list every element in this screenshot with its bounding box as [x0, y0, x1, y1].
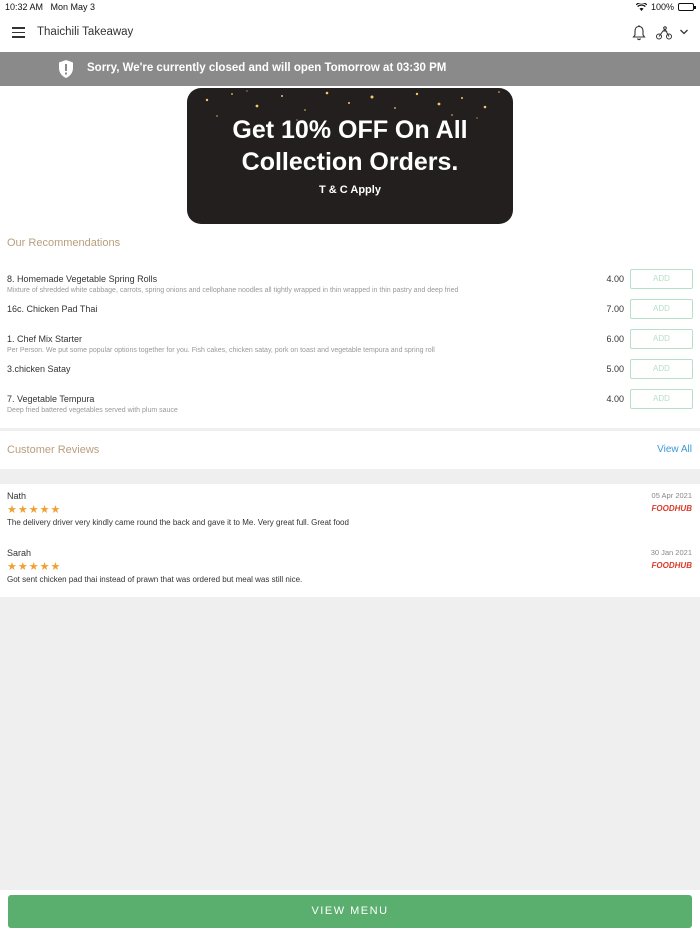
status-right: 100% — [635, 2, 696, 12]
promo-banner[interactable]: Get 10% OFF On All Collection Orders. T … — [187, 88, 513, 224]
add-button[interactable]: ADD — [630, 389, 693, 409]
rating-stars: ★★★★★ — [7, 504, 62, 516]
add-button[interactable]: ADD — [630, 299, 693, 319]
list-item: 3.chicken Satay 5.00 ADD — [0, 359, 700, 394]
item-price: 5.00 — [606, 364, 624, 374]
foodhub-logo: FOODHUB — [651, 561, 692, 570]
reviews-title: Customer Reviews — [7, 444, 100, 456]
recommendations-title: Our Recommendations — [7, 237, 121, 249]
list-item: 7. Vegetable Tempura Deep fried battered… — [0, 389, 700, 424]
review-item: Sarah 30 Jan 2021 ★★★★★ FOODHUB Got sent… — [0, 548, 700, 598]
add-button[interactable]: ADD — [630, 269, 693, 289]
reviews-header: Customer Reviews View All — [0, 431, 700, 469]
list-item: 8. Homemade Vegetable Spring Rolls Mixtu… — [0, 269, 700, 304]
foodhub-logo: FOODHUB — [651, 504, 692, 513]
item-price: 6.00 — [606, 334, 624, 344]
item-name: 16c. Chicken Pad Thai — [7, 304, 98, 314]
item-name: 8. Homemade Vegetable Spring Rolls — [7, 274, 158, 284]
nav-bar: Thaichili Takeaway — [0, 14, 700, 52]
review-text: The delivery driver very kindly came rou… — [7, 518, 349, 527]
list-item: 1. Chef Mix Starter Per Person. We put s… — [0, 329, 700, 364]
shield-alert-icon — [59, 60, 73, 78]
review-text: Got sent chicken pad thai instead of pra… — [7, 575, 303, 584]
review-author: Sarah — [7, 548, 32, 558]
promo-terms: T & C Apply — [319, 184, 381, 196]
review-author: Nath — [7, 491, 27, 501]
add-button[interactable]: ADD — [630, 329, 693, 349]
review-date: 30 Jan 2021 — [650, 548, 692, 557]
item-name: 1. Chef Mix Starter — [7, 334, 83, 344]
view-all-link[interactable]: View All — [657, 444, 692, 455]
promo-line-2: Collection Orders. — [241, 148, 459, 176]
battery-percent: 100% — [650, 2, 674, 12]
menu-icon[interactable] — [12, 27, 25, 38]
add-button[interactable]: ADD — [630, 359, 693, 379]
review-item: Nath 05 Apr 2021 ★★★★★ FOODHUB The deliv… — [0, 491, 700, 541]
item-description: Mixture of shredded white cabbage, carro… — [7, 287, 459, 294]
rider-icon[interactable] — [655, 26, 673, 40]
item-description: Per Person. We put some popular options … — [7, 347, 435, 354]
status-time: 10:32 AM Mon May 3 — [5, 2, 96, 12]
wifi-icon — [635, 3, 647, 11]
item-name: 7. Vegetable Tempura — [7, 394, 95, 404]
chevron-down-icon[interactable] — [679, 28, 689, 36]
status-bar: 10:32 AM Mon May 3 100% — [0, 0, 700, 14]
rating-stars: ★★★★★ — [7, 561, 62, 573]
promo-line-1: Get 10% OFF On All — [232, 116, 468, 144]
bell-icon[interactable] — [632, 25, 646, 41]
item-price: 4.00 — [606, 394, 624, 404]
item-price: 4.00 — [606, 274, 624, 284]
closed-message: Sorry, We're currently closed and will o… — [87, 62, 447, 74]
item-price: 7.00 — [606, 304, 624, 314]
review-date: 05 Apr 2021 — [651, 491, 692, 500]
list-item: 16c. Chicken Pad Thai 7.00 ADD — [0, 299, 700, 334]
reviews-list: Nath 05 Apr 2021 ★★★★★ FOODHUB The deliv… — [0, 484, 700, 597]
item-name: 3.chicken Satay — [7, 364, 71, 374]
page-title: Thaichili Takeaway — [37, 26, 134, 38]
main-content: Get 10% OFF On All Collection Orders. T … — [0, 86, 700, 428]
view-menu-button[interactable]: VIEW MENU — [8, 895, 692, 928]
item-description: Deep fried battered vegetables served wi… — [7, 407, 178, 414]
closed-banner: Sorry, We're currently closed and will o… — [0, 52, 700, 86]
battery-icon — [678, 3, 696, 11]
